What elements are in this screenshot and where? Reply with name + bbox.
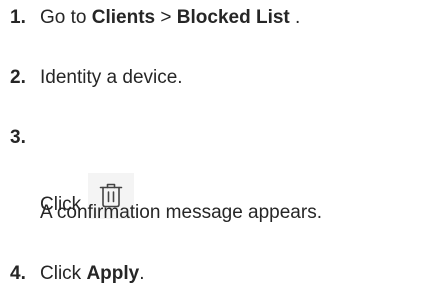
menu-blocked-list: Blocked List (176, 7, 290, 28)
step-number: 4. (10, 263, 26, 284)
breadcrumb-separator: > (155, 7, 177, 28)
step-number: 1. (10, 7, 26, 28)
confirmation-note: A confirmation message appears. (40, 202, 322, 223)
step-text-suffix: . (139, 263, 145, 284)
step-text-prefix: Click (40, 263, 87, 284)
step-text: Click Apply. (40, 264, 145, 284)
step-text: Identity a device. (40, 67, 183, 88)
menu-clients: Clients (91, 7, 156, 28)
apply-label: Apply (86, 263, 140, 284)
step-text-suffix: . (289, 7, 301, 28)
step-text: Go to Clients > Blocked List . (40, 8, 300, 28)
step-text-prefix: Go to (40, 7, 92, 28)
step-number: 3. (10, 127, 26, 148)
step-number: 2. (10, 67, 26, 88)
